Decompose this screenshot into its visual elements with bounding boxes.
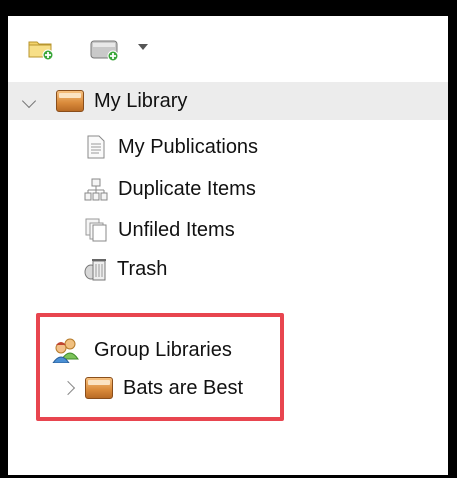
unfiled-items-label: Unfiled Items xyxy=(118,218,235,241)
trash-icon xyxy=(84,259,106,281)
tree-row-duplicate-items[interactable]: Duplicate Items xyxy=(84,171,256,207)
new-library-icon xyxy=(90,40,119,61)
unfiled-items-icon xyxy=(85,218,107,242)
new-library-button[interactable] xyxy=(90,16,120,82)
tree-row-my-publications[interactable]: My Publications xyxy=(86,129,258,165)
chevron-down-icon[interactable] xyxy=(138,44,148,50)
new-collection-icon xyxy=(28,41,54,61)
tree-row-my-library[interactable]: My Library xyxy=(8,82,448,120)
duplicate-items-icon xyxy=(84,178,108,201)
my-publications-label: My Publications xyxy=(118,135,259,158)
new-collection-button[interactable] xyxy=(28,16,54,82)
document-icon xyxy=(87,135,105,159)
highlight-box xyxy=(36,313,284,421)
duplicate-items-label: Duplicate Items xyxy=(118,177,256,200)
library-icon xyxy=(56,90,84,112)
tree-row-unfiled-items[interactable]: Unfiled Items xyxy=(85,212,235,248)
tree-row-trash[interactable]: Trash xyxy=(83,251,167,287)
expand-twisty-icon[interactable] xyxy=(21,93,37,109)
collections-toolbar xyxy=(8,16,448,82)
my-library-label: My Library xyxy=(94,89,188,112)
trash-label: Trash xyxy=(117,257,168,280)
